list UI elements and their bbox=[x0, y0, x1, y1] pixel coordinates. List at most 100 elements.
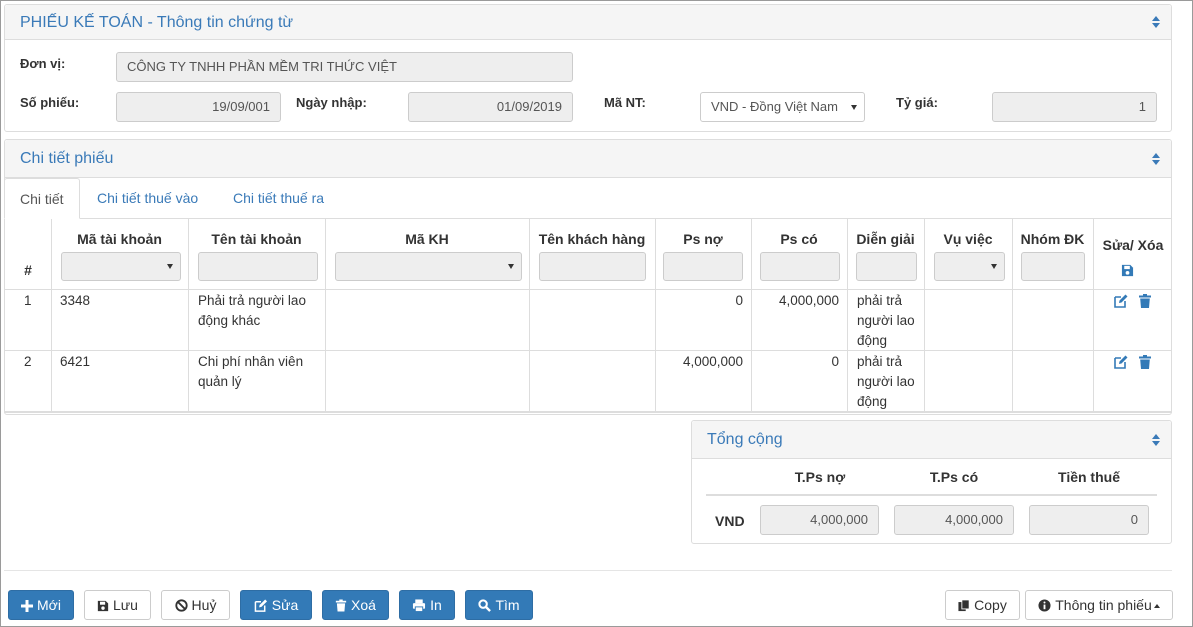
currency-select-value: VND - Đồng Việt Nam bbox=[711, 99, 838, 114]
voucher-info-header[interactable]: PHIẾU KẾ TOÁN - Thông tin chứng từ bbox=[5, 5, 1171, 40]
footer-divider bbox=[4, 570, 1172, 571]
cancel-button-label: Huỷ bbox=[191, 597, 217, 613]
chevron-down-icon bbox=[167, 264, 173, 269]
col-header-credit: Ps có bbox=[780, 231, 818, 247]
tab-detail[interactable]: Chi tiết bbox=[4, 178, 80, 219]
delete-button-label: Xoá bbox=[351, 597, 376, 613]
voucher-no-field[interactable]: 19/09/001 bbox=[116, 92, 281, 122]
currency-select[interactable]: VND - Đồng Việt Nam bbox=[700, 92, 865, 122]
filter-case[interactable] bbox=[934, 252, 1005, 281]
row-description: phải trả người lao động bbox=[857, 354, 915, 409]
search-icon bbox=[478, 599, 492, 612]
col-header-account-code: Mã tài khoản bbox=[77, 231, 162, 247]
tab-input-tax[interactable]: Chi tiết thuế vào bbox=[82, 178, 213, 219]
col-header-customer-code: Mã KH bbox=[405, 231, 449, 247]
voucher-no-label: Số phiếu: bbox=[20, 95, 80, 110]
filter-customer-name[interactable] bbox=[539, 252, 646, 281]
filter-debit[interactable] bbox=[663, 252, 743, 281]
total-credit-header: T.Ps có bbox=[929, 469, 979, 485]
filter-customer-code[interactable] bbox=[335, 252, 522, 281]
row-index: 2 bbox=[24, 354, 32, 369]
voucher-info-button-label: Thông tin phiếu bbox=[1055, 597, 1152, 613]
col-header-description: Diễn giải bbox=[856, 231, 915, 247]
voucher-detail-title: Chi tiết phiếu bbox=[20, 150, 114, 167]
edit-icon bbox=[254, 599, 267, 612]
col-header-account-name: Tên tài khoản bbox=[211, 231, 302, 247]
row-credit: 4,000,000 bbox=[778, 293, 839, 308]
new-button[interactable]: Mới bbox=[8, 590, 74, 620]
chevron-down-icon bbox=[991, 264, 997, 269]
rate-label: Tỷ giá: bbox=[896, 95, 938, 110]
detail-table: # Mã tài khoản Tên tài khoản Mã KH Tên k… bbox=[4, 219, 1172, 413]
col-header-edit-delete: Sửa/ Xóa bbox=[1102, 237, 1164, 253]
totals-title: Tổng cộng bbox=[707, 431, 783, 448]
copy-icon bbox=[958, 599, 970, 612]
filter-credit[interactable] bbox=[760, 252, 840, 281]
filter-account-code[interactable] bbox=[61, 252, 181, 281]
col-header-debit: Ps nợ bbox=[683, 231, 723, 247]
print-button-label: In bbox=[430, 597, 442, 613]
trash-icon bbox=[335, 599, 347, 612]
cancel-button[interactable]: Huỷ bbox=[161, 590, 230, 620]
edit-icon[interactable] bbox=[1114, 294, 1128, 308]
totals-divider bbox=[706, 494, 1157, 496]
save-button-label: Lưu bbox=[113, 597, 138, 613]
collapse-toggle-icon[interactable] bbox=[1151, 433, 1161, 447]
unit-label: Đơn vị: bbox=[20, 56, 66, 71]
row-account-code: 3348 bbox=[60, 293, 91, 308]
col-header-case: Vụ việc bbox=[943, 231, 993, 247]
ban-icon bbox=[174, 599, 188, 612]
save-icon[interactable] bbox=[1121, 264, 1134, 277]
filter-description[interactable] bbox=[856, 252, 917, 281]
plus-icon bbox=[21, 600, 34, 612]
entry-date-field[interactable]: 01/09/2019 bbox=[408, 92, 573, 122]
row-account-name: Chi phí nhân viên quản lý bbox=[198, 354, 304, 389]
delete-button[interactable]: Xoá bbox=[322, 590, 389, 620]
unit-field[interactable]: CÔNG TY TNHH PHẦN MỀM TRI THỨC VIỆT bbox=[116, 52, 573, 82]
row-index: 1 bbox=[24, 293, 32, 308]
edit-button[interactable]: Sửa bbox=[240, 590, 312, 620]
rate-field[interactable]: 1 bbox=[992, 92, 1157, 122]
caret-up-icon bbox=[1153, 604, 1160, 608]
col-header-group: Nhóm ĐK bbox=[1020, 231, 1085, 247]
col-header-customer-name: Tên khách hàng bbox=[538, 231, 646, 247]
edit-button-label: Sửa bbox=[271, 597, 299, 613]
save-button[interactable]: Lưu bbox=[84, 590, 151, 620]
voucher-info-button[interactable]: Thông tin phiếu bbox=[1025, 590, 1173, 620]
row-account-name: Phải trả người lao động khác bbox=[198, 293, 306, 328]
chevron-down-icon bbox=[508, 264, 514, 269]
col-header-index: # bbox=[24, 262, 32, 278]
edit-icon[interactable] bbox=[1114, 355, 1128, 369]
copy-button-label: Copy bbox=[974, 597, 1007, 613]
row-description: phải trả người lao động bbox=[857, 293, 915, 348]
row-credit: 0 bbox=[831, 354, 839, 369]
totals-currency-label: VND bbox=[715, 513, 745, 529]
collapse-toggle-icon[interactable] bbox=[1151, 15, 1161, 29]
collapse-toggle-icon[interactable] bbox=[1151, 152, 1161, 166]
filter-group[interactable] bbox=[1021, 252, 1085, 281]
trash-icon[interactable] bbox=[1138, 294, 1152, 308]
save-icon bbox=[97, 600, 109, 612]
print-icon bbox=[413, 599, 426, 612]
print-button[interactable]: In bbox=[399, 590, 455, 620]
row-debit: 4,000,000 bbox=[682, 354, 743, 369]
total-debit-field[interactable]: 4,000,000 bbox=[760, 505, 879, 535]
chevron-down-icon bbox=[851, 105, 857, 110]
total-tax-header: Tiền thuế bbox=[1058, 469, 1120, 485]
row-debit: 0 bbox=[735, 293, 743, 308]
currency-label: Mã NT: bbox=[604, 95, 646, 110]
total-debit-header: T.Ps nợ bbox=[794, 469, 846, 485]
search-button-label: Tìm bbox=[495, 597, 520, 613]
copy-button[interactable]: Copy bbox=[945, 590, 1020, 620]
voucher-detail-header[interactable]: Chi tiết phiếu bbox=[5, 140, 1171, 178]
trash-icon[interactable] bbox=[1138, 355, 1152, 369]
total-credit-field[interactable]: 4,000,000 bbox=[894, 505, 1014, 535]
total-tax-field[interactable]: 0 bbox=[1029, 505, 1149, 535]
new-button-label: Mới bbox=[37, 597, 61, 613]
row-account-code: 6421 bbox=[60, 354, 91, 369]
totals-header[interactable]: Tổng cộng bbox=[692, 421, 1171, 459]
search-button[interactable]: Tìm bbox=[465, 590, 533, 620]
filter-account-name[interactable] bbox=[198, 252, 318, 281]
tab-output-tax[interactable]: Chi tiết thuế ra bbox=[218, 178, 339, 219]
voucher-info-title: PHIẾU KẾ TOÁN - Thông tin chứng từ bbox=[20, 14, 294, 31]
